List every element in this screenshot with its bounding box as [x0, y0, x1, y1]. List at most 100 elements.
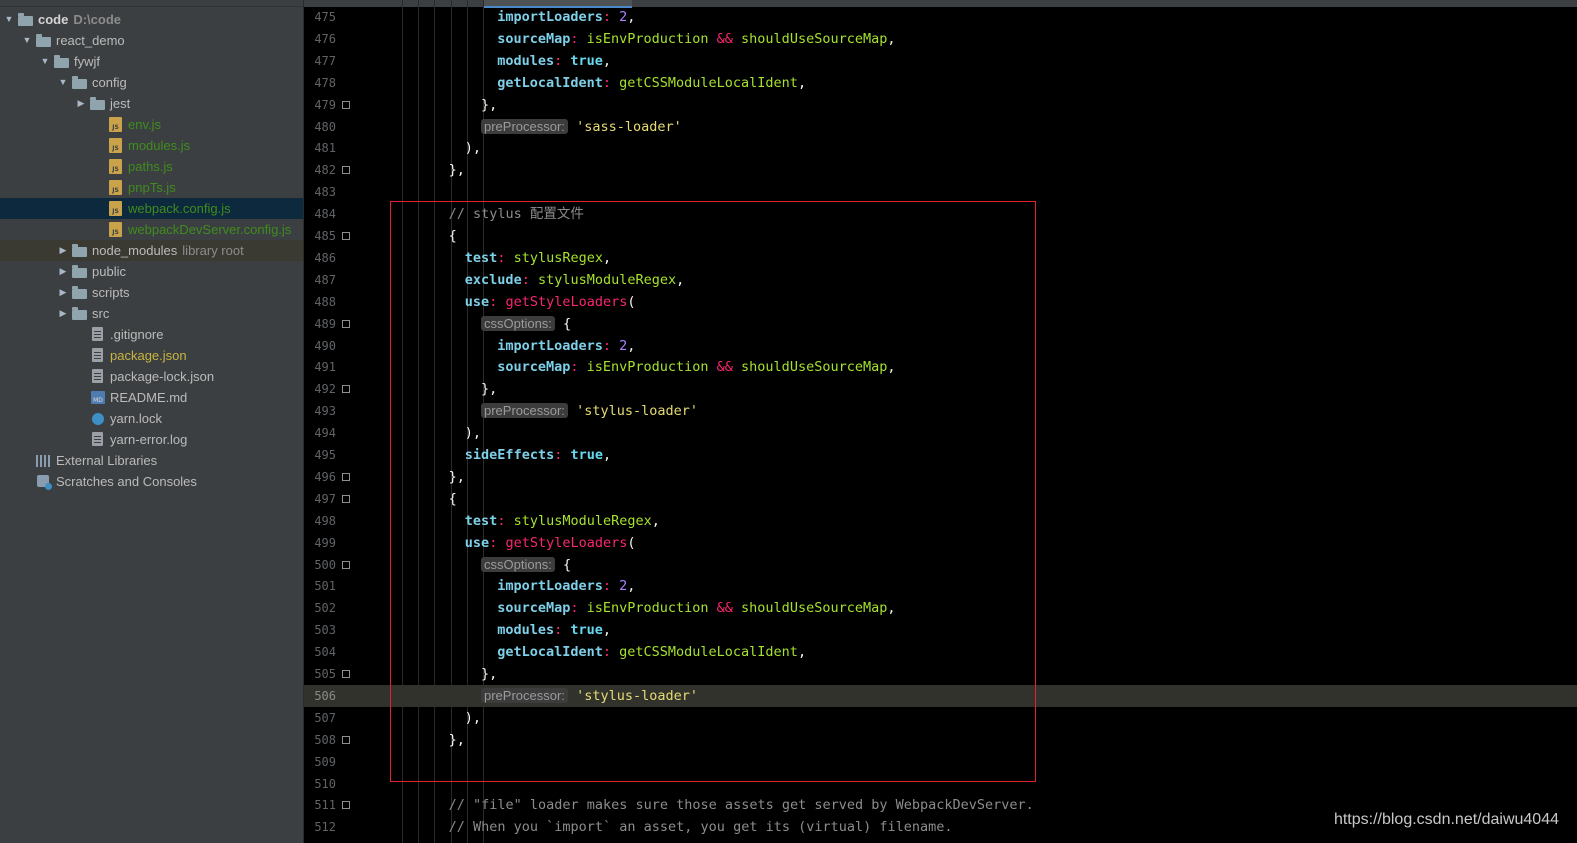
tree-item-node-modules[interactable]: ▶ node_modules library root	[0, 240, 303, 261]
code-line[interactable]: 480 preProcessor: 'sass-loader'	[304, 116, 1577, 138]
tree-item-webpack-config-js[interactable]: JS webpack.config.js	[0, 198, 303, 219]
code-line[interactable]: 510	[304, 773, 1577, 795]
fold-marker-icon[interactable]	[342, 735, 350, 744]
line-number: 485	[314, 229, 336, 243]
code-line[interactable]: 498 test: stylusModuleRegex,	[304, 510, 1577, 532]
code-line[interactable]: 476 sourceMap: isEnvProduction && shouldU…	[304, 28, 1577, 50]
tree-item-paths-js[interactable]: JS paths.js	[0, 156, 303, 177]
chevron-right-icon[interactable]: ▶	[58, 240, 68, 261]
line-number: 501	[314, 579, 336, 594]
chevron-right-icon[interactable]: ▶	[58, 303, 68, 324]
fold-marker-icon[interactable]	[342, 560, 350, 569]
code-line[interactable]: 484 // stylus 配置文件	[304, 203, 1577, 225]
code-line[interactable]: 478 getLocalIdent: getCSSModuleLocalIdent…	[304, 72, 1577, 94]
code-token: {	[448, 228, 457, 244]
code-line[interactable]: 475 importLoaders: 2,	[304, 6, 1577, 28]
code-token: ,	[797, 74, 807, 91]
tree-item-scratches-and-consoles[interactable]: Scratches and Consoles	[0, 471, 303, 492]
code-token: ,	[676, 271, 685, 288]
code-editor[interactable]: 475 importLoaders: 2, 476 sourceMap: isEnvP…	[304, 0, 1577, 843]
chevron-down-icon[interactable]: ▼	[40, 51, 50, 72]
code-line[interactable]: 494),	[304, 422, 1577, 444]
code-line[interactable]: 501 importLoaders: 2,	[304, 575, 1577, 597]
tree-item-code[interactable]: ▼ code D:\code	[0, 9, 303, 30]
fold-marker-icon[interactable]	[342, 385, 350, 394]
fold-marker-icon[interactable]	[342, 801, 350, 810]
tree-item-react-demo[interactable]: ▼ react_demo	[0, 30, 303, 51]
fold-marker-icon[interactable]	[342, 670, 350, 678]
tree-item-env-js[interactable]: JS env.js	[0, 114, 303, 135]
code-line[interactable]: 483	[304, 181, 1577, 203]
code-line[interactable]: 502 sourceMap: isEnvProduction && shouldU…	[304, 597, 1577, 619]
fold-marker-icon[interactable]	[342, 232, 350, 240]
code-line[interactable]: 479},	[304, 94, 1577, 116]
code-line[interactable]: 490 importLoaders: 2,	[304, 335, 1577, 357]
line-number: 481	[314, 141, 336, 156]
tree-item-jest[interactable]: ▶ jest	[0, 93, 303, 114]
code-token: },	[481, 96, 498, 113]
code-line[interactable]: 500 cssOptions: {	[304, 554, 1577, 576]
code-line[interactable]: 497 {	[304, 488, 1577, 510]
code-text: use: getStyleLoaders(	[465, 532, 636, 554]
chevron-right-icon[interactable]: ▶	[58, 282, 68, 303]
tree-item-public[interactable]: ▶ public	[0, 261, 303, 282]
chevron-right-icon[interactable]: ▶	[58, 261, 68, 282]
tree-item-label: README.md	[110, 390, 188, 405]
tree-item-webpackdevserver-config-js[interactable]: JS webpackDevServer.config.js	[0, 219, 303, 240]
code-line[interactable]: 477 modules: true,	[304, 50, 1577, 72]
tree-item-modules-js[interactable]: JS modules.js	[0, 135, 303, 156]
code-token: :	[602, 578, 620, 595]
chevron-right-icon[interactable]: ▶	[76, 93, 86, 114]
code-line[interactable]: 508},	[304, 729, 1577, 751]
tree-item-package-json[interactable]: package.json	[0, 345, 303, 366]
tree-item-yarn-lock[interactable]: yarn.lock	[0, 408, 303, 429]
fold-marker-icon[interactable]	[342, 100, 350, 109]
chevron-down-icon[interactable]: ▼	[4, 9, 14, 30]
tree-item-label: pnpTs.js	[128, 180, 176, 195]
code-line[interactable]: 507),	[304, 707, 1577, 729]
tree-item-fywjf[interactable]: ▼ fywjf	[0, 51, 303, 72]
tree-item-yarn-error-log[interactable]: yarn-error.log	[0, 429, 303, 450]
code-line[interactable]: 493 preProcessor: 'stylus-loader'	[304, 400, 1577, 422]
chevron-down-icon[interactable]: ▼	[58, 72, 68, 93]
tree-item-gitignore[interactable]: .gitignore	[0, 324, 303, 345]
fold-marker-icon[interactable]	[342, 494, 350, 503]
code-line[interactable]: 489 cssOptions: {	[304, 313, 1577, 335]
code-line[interactable]: 499 use: getStyleLoaders(	[304, 532, 1577, 554]
code-line[interactable]: 503 modules: true,	[304, 619, 1577, 641]
code-line[interactable]: 487 exclude: stylusModuleRegex,	[304, 269, 1577, 291]
tree-item-external-libraries[interactable]: External Libraries	[0, 450, 303, 471]
line-number: 495	[314, 448, 336, 462]
code-line[interactable]: 505},	[304, 663, 1577, 685]
code-line[interactable]: 506 preProcessor: 'stylus-loader'	[304, 684, 1577, 707]
code-line[interactable]: 482},	[304, 159, 1577, 181]
tree-item-readme-md[interactable]: MD README.md	[0, 387, 303, 408]
tree-item-pnpts-js[interactable]: JS pnpTs.js	[0, 177, 303, 198]
fold-marker-icon[interactable]	[342, 472, 350, 481]
code-line[interactable]: 488 use: getStyleLoaders(	[304, 291, 1577, 313]
line-number: 477	[314, 53, 336, 68]
code-token: :	[570, 359, 587, 376]
code-line[interactable]: 492},	[304, 378, 1577, 400]
chevron-down-icon[interactable]: ▼	[22, 30, 32, 51]
code-line[interactable]: 486 test: stylusRegex,	[304, 247, 1577, 269]
code-line[interactable]: 509	[304, 751, 1577, 773]
tree-item-src[interactable]: ▶ src	[0, 303, 303, 324]
code-text: },	[449, 729, 465, 751]
code-token: &&	[708, 359, 742, 376]
fold-marker-icon[interactable]	[342, 319, 350, 328]
tree-item-package-lock-json[interactable]: package-lock.json	[0, 366, 303, 387]
code-line[interactable]: 481),	[304, 137, 1577, 159]
code-line[interactable]: 504 getLocalIdent: getCSSModuleLocalIdent…	[304, 641, 1577, 663]
tree-item-scripts[interactable]: ▶ scripts	[0, 282, 303, 303]
code-line[interactable]: 495 sideEffects: true,	[304, 444, 1577, 466]
code-line[interactable]: 485 {	[304, 225, 1577, 247]
line-number: 491	[314, 360, 336, 375]
tree-item-config[interactable]: ▼ config	[0, 72, 303, 93]
tree-item-label: fywjf	[74, 54, 100, 69]
code-line[interactable]: 491 sourceMap: isEnvProduction && shouldU…	[304, 356, 1577, 378]
code-line[interactable]: 496},	[304, 466, 1577, 488]
code-token: // When you `import` an asset, you get i…	[448, 819, 953, 836]
fold-marker-icon[interactable]	[342, 166, 350, 175]
